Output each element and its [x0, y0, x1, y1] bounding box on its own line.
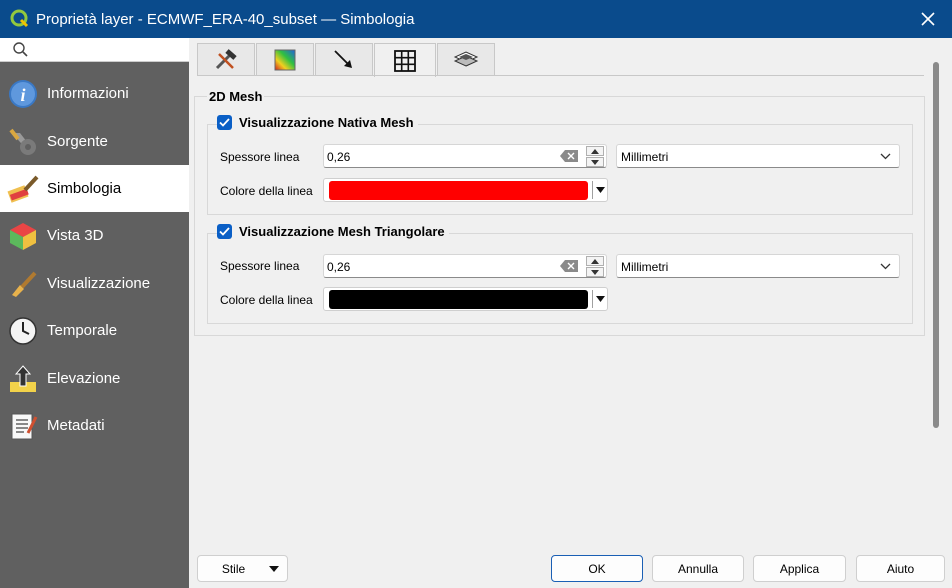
- triangular-color-swatch: [329, 290, 588, 309]
- close-icon[interactable]: [918, 9, 938, 29]
- tab-contours[interactable]: [256, 43, 314, 76]
- triangular-width-value: 0,26: [327, 260, 351, 274]
- sidebar-item-metadati[interactable]: Metadati: [0, 402, 189, 449]
- triangular-unit-value: Millimetri: [621, 260, 669, 274]
- sidebar-item-visualizzazione[interactable]: Visualizzazione: [0, 260, 189, 307]
- style-button-label: Stile: [221, 561, 246, 576]
- native-unit-select[interactable]: Millimetri: [616, 144, 900, 168]
- sidebar-search[interactable]: [0, 38, 189, 62]
- tab-bar: [197, 43, 496, 77]
- sidebar: i Informazioni Sorgente Simbologia Vista…: [0, 38, 189, 588]
- style-button[interactable]: Stile: [197, 555, 288, 582]
- sidebar-item-label: Elevazione: [47, 370, 121, 387]
- triangular-color-button[interactable]: [323, 287, 608, 311]
- sidebar-item-label: Metadati: [47, 417, 105, 434]
- native-color-label: Colore della linea: [220, 184, 313, 198]
- tools-icon: [215, 49, 237, 70]
- layers-icon: [453, 51, 479, 67]
- sidebar-item-elevazione[interactable]: Elevazione: [0, 355, 189, 402]
- title-bar: Proprietà layer - ECMWF_ERA-40_subset — …: [0, 0, 952, 38]
- spin-down-icon[interactable]: [586, 267, 604, 277]
- vector-arrow-icon: [334, 50, 352, 68]
- spin-down-icon[interactable]: [586, 157, 604, 167]
- clock-icon: [7, 315, 39, 347]
- sidebar-item-sorgente[interactable]: Sorgente: [0, 118, 189, 165]
- native-width-stepper[interactable]: [586, 145, 606, 167]
- checkbox-checked-icon[interactable]: [217, 115, 232, 130]
- ok-button[interactable]: OK: [551, 555, 643, 582]
- tab-blending[interactable]: [437, 43, 495, 76]
- native-width-input[interactable]: 0,26: [323, 144, 607, 168]
- sidebar-item-temporale[interactable]: Temporale: [0, 307, 189, 354]
- window-title: Proprietà layer - ECMWF_ERA-40_subset — …: [36, 10, 415, 28]
- cube-3d-icon: [7, 220, 39, 252]
- triangular-unit-select[interactable]: Millimetri: [616, 254, 900, 278]
- native-width-label: Spessore linea: [220, 150, 300, 164]
- apply-button-label: Applica: [779, 561, 820, 576]
- chevron-down-icon: [880, 153, 891, 160]
- native-mesh-toggle[interactable]: Visualizzazione Nativa Mesh: [217, 115, 418, 130]
- spin-up-icon[interactable]: [586, 146, 604, 156]
- sidebar-item-label: Informazioni: [47, 85, 129, 102]
- sidebar-item-label: Visualizzazione: [47, 275, 151, 292]
- native-width-value: 0,26: [327, 150, 351, 164]
- help-button[interactable]: Aiuto: [856, 555, 945, 582]
- dropdown-arrow-icon[interactable]: [596, 187, 605, 193]
- symbology-brush-icon: [7, 173, 39, 205]
- triangular-width-label: Spessore linea: [220, 259, 300, 273]
- sidebar-item-label: Sorgente: [47, 133, 108, 150]
- grid-mesh-icon: [394, 49, 416, 72]
- qgis-logo-icon: [10, 9, 29, 28]
- checkbox-checked-icon[interactable]: [217, 224, 232, 239]
- triangular-mesh-title: Visualizzazione Mesh Triangolare: [239, 224, 445, 239]
- triangular-color-label: Colore della linea: [220, 293, 313, 307]
- chevron-down-icon: [880, 263, 891, 270]
- native-unit-value: Millimetri: [621, 150, 669, 164]
- tab-general[interactable]: [197, 43, 255, 76]
- native-mesh-title: Visualizzazione Nativa Mesh: [239, 115, 414, 130]
- clear-icon[interactable]: [560, 150, 578, 162]
- spin-up-icon[interactable]: [586, 256, 604, 266]
- ok-button-label: OK: [588, 561, 606, 576]
- triangular-width-stepper[interactable]: [586, 255, 606, 277]
- triangular-width-input[interactable]: 0,26: [323, 254, 607, 278]
- tab-vectors[interactable]: [315, 43, 373, 76]
- apply-button[interactable]: Applica: [753, 555, 846, 582]
- content-panel: 2D Mesh Visualizzazione Nativa Mesh Spes…: [189, 38, 952, 588]
- search-icon: [13, 42, 28, 57]
- cancel-button-label: Annulla: [677, 561, 719, 576]
- native-color-swatch: [329, 181, 588, 200]
- mesh-2d-group-title: 2D Mesh: [207, 89, 265, 104]
- dropdown-arrow-icon: [269, 566, 279, 572]
- color-ramp-icon: [274, 49, 296, 71]
- source-settings-icon: [7, 126, 39, 158]
- sidebar-item-informazioni[interactable]: i Informazioni: [0, 70, 189, 117]
- tab-mesh-rendering[interactable]: [374, 43, 436, 77]
- triangular-mesh-toggle[interactable]: Visualizzazione Mesh Triangolare: [217, 224, 449, 239]
- svg-text:i: i: [20, 85, 25, 105]
- sidebar-item-label: Simbologia: [47, 180, 122, 197]
- tab-divider: [197, 75, 924, 76]
- sidebar-item-label: Temporale: [47, 322, 118, 339]
- sidebar-item-label: Vista 3D: [47, 227, 104, 244]
- metadata-icon: [7, 410, 39, 442]
- color-separator: [592, 181, 593, 199]
- dropdown-arrow-icon[interactable]: [596, 296, 605, 302]
- vertical-scrollbar[interactable]: [933, 62, 939, 428]
- sidebar-item-vista-3d[interactable]: Vista 3D: [0, 212, 189, 259]
- native-color-button[interactable]: [323, 178, 608, 202]
- info-icon: i: [7, 78, 39, 110]
- rendering-brush-icon: [7, 268, 39, 300]
- elevation-icon: [7, 363, 39, 395]
- clear-icon[interactable]: [560, 260, 578, 272]
- help-button-label: Aiuto: [886, 561, 915, 576]
- sidebar-item-simbologia[interactable]: Simbologia: [0, 165, 189, 212]
- color-separator: [592, 290, 593, 308]
- cancel-button[interactable]: Annulla: [652, 555, 744, 582]
